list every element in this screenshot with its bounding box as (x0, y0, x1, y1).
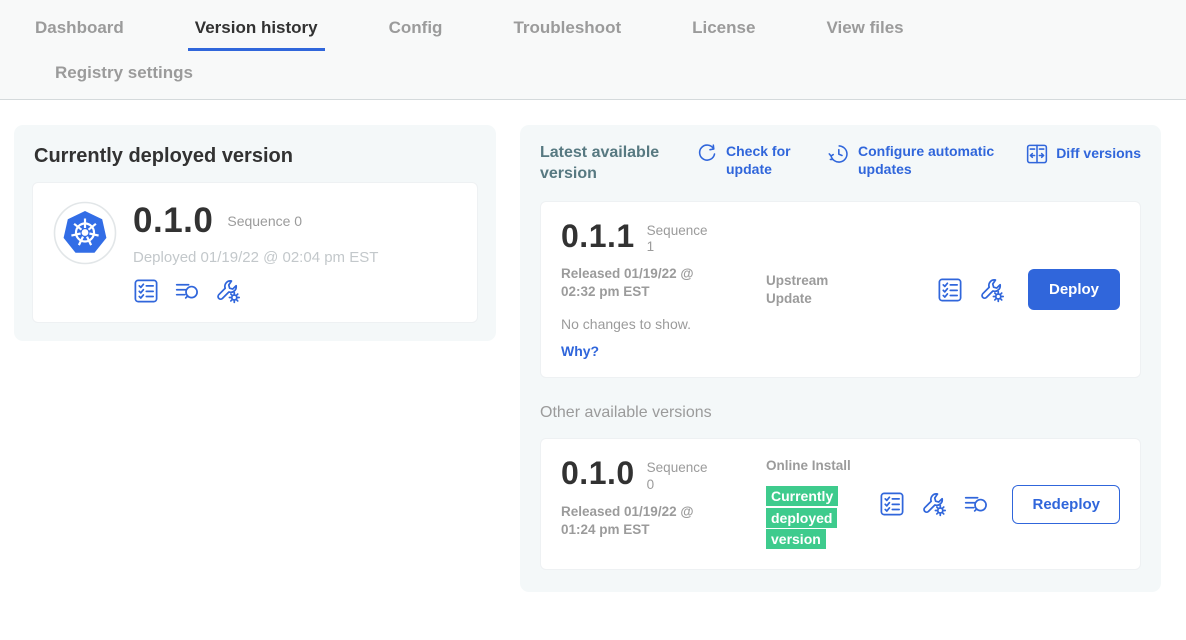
check-for-update-label: Check for update (726, 143, 802, 178)
configure-automatic-updates-label: Configure automatic updates (858, 143, 1008, 178)
kubernetes-app-icon (53, 201, 117, 265)
latest-version-card: 0.1.1 Sequence 1 Released 01/19/22 @ 02:… (540, 201, 1141, 379)
diff-versions-link[interactable]: Diff versions (1026, 143, 1141, 165)
other-version-card: 0.1.0 Sequence 0 Released 01/19/22 @ 01:… (540, 438, 1141, 570)
configure-automatic-updates-link[interactable]: Configure automatic updates (828, 143, 1008, 178)
other-available-versions-title: Other available versions (540, 404, 1141, 422)
version-history-page: Currently deployed version (0, 100, 1186, 592)
deployed-version-card: 0.1.0 Sequence 0 Deployed 01/19/22 @ 02:… (32, 182, 478, 323)
other-version-source: Online Install (766, 457, 858, 475)
tab-config[interactable]: Config (382, 13, 450, 51)
other-released-timestamp: Released 01/19/22 @ 01:24 pm EST (561, 503, 719, 539)
why-link[interactable]: Why? (561, 343, 749, 359)
nav-row-secondary: Registry settings (28, 51, 1158, 99)
latest-released-timestamp: Released 01/19/22 @ 02:32 pm EST (561, 265, 719, 301)
app-nav: Dashboard Version history Config Trouble… (0, 0, 1186, 100)
deploy-logs-icon[interactable] (963, 491, 989, 517)
preflight-checklist-icon[interactable] (133, 278, 159, 304)
deploy-logs-icon[interactable] (174, 278, 200, 304)
redeploy-button[interactable]: Redeploy (1012, 485, 1120, 524)
latest-version-info: 0.1.1 Sequence 1 Released 01/19/22 @ 02:… (561, 220, 749, 360)
latest-available-title: Latest available version (540, 143, 682, 185)
latest-version-number: 0.1.1 (561, 220, 635, 255)
deployed-version-info: 0.1.0 Sequence 0 Deployed 01/19/22 @ 02:… (133, 201, 378, 304)
config-wrench-icon[interactable] (921, 491, 947, 517)
other-sequence-label: Sequence 0 (647, 457, 719, 492)
available-versions-header: Latest available version Check for updat… (540, 143, 1141, 185)
preflight-checklist-icon[interactable] (937, 277, 963, 303)
deploy-button[interactable]: Deploy (1028, 269, 1120, 310)
other-version-actions: Redeploy (879, 485, 1120, 524)
nav-row-primary: Dashboard Version history Config Trouble… (28, 13, 1158, 51)
deployed-sequence-label: Sequence 0 (227, 213, 302, 229)
currently-deployed-badge-wrap: Currently deployed version (766, 486, 848, 552)
diff-icon (1026, 143, 1048, 165)
tab-dashboard[interactable]: Dashboard (28, 13, 131, 51)
available-versions-panel: Latest available version Check for updat… (520, 125, 1161, 592)
currently-deployed-badge: Currently deployed version (766, 486, 838, 550)
currently-deployed-panel: Currently deployed version (14, 125, 496, 341)
other-version-source-col: Online Install Currently deployed versio… (766, 457, 858, 551)
latest-version-actions: Deploy (937, 269, 1120, 310)
tab-version-history[interactable]: Version history (188, 13, 325, 51)
schedule-refresh-icon (828, 143, 850, 165)
latest-sequence-label: Sequence 1 (647, 220, 719, 255)
other-version-number: 0.1.0 (561, 457, 635, 492)
deployed-version-number: 0.1.0 (133, 203, 213, 238)
refresh-icon (696, 143, 718, 165)
no-changes-note: No changes to show. (561, 316, 749, 332)
check-for-update-link[interactable]: Check for update (696, 143, 802, 178)
latest-version-source: Upstream Update (766, 220, 858, 360)
config-wrench-icon[interactable] (979, 277, 1005, 303)
diff-versions-label: Diff versions (1056, 145, 1141, 163)
other-version-info: 0.1.0 Sequence 0 Released 01/19/22 @ 01:… (561, 457, 749, 551)
deployed-timestamp: Deployed 01/19/22 @ 02:04 pm EST (133, 249, 378, 266)
currently-deployed-title: Currently deployed version (34, 145, 478, 168)
tab-registry-settings[interactable]: Registry settings (48, 58, 200, 87)
preflight-checklist-icon[interactable] (879, 491, 905, 517)
tab-view-files[interactable]: View files (819, 13, 910, 51)
tab-license[interactable]: License (685, 13, 762, 51)
tab-troubleshoot[interactable]: Troubleshoot (506, 13, 628, 51)
config-wrench-icon[interactable] (215, 278, 241, 304)
deployed-action-icons (133, 278, 378, 304)
